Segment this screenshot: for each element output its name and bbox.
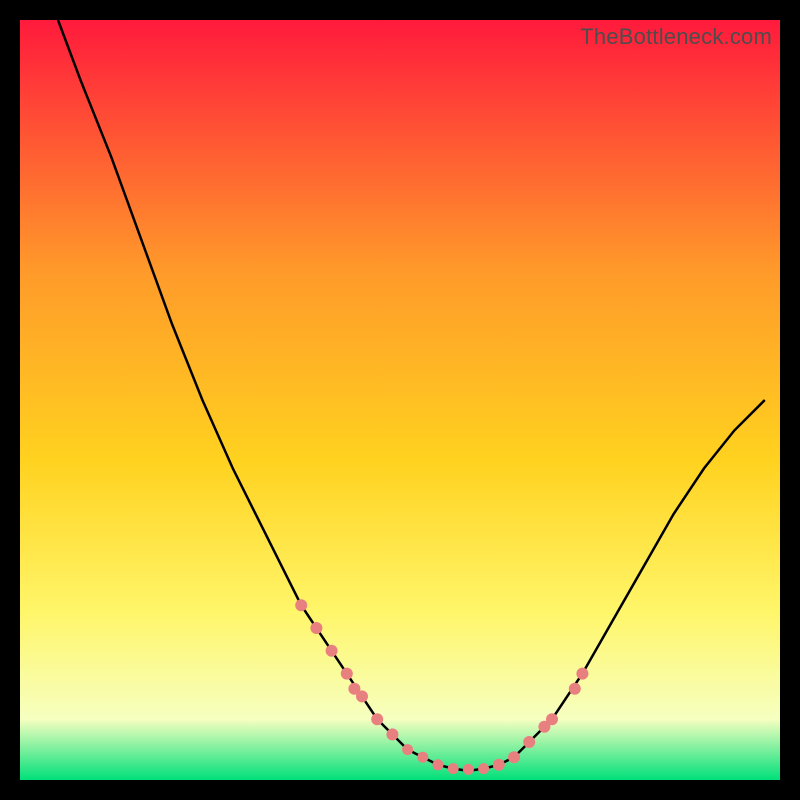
chart-frame: TheBottleneck.com	[20, 20, 780, 780]
data-dot	[493, 759, 505, 771]
data-dot	[478, 763, 489, 774]
data-dot	[310, 622, 322, 634]
data-dot	[356, 690, 368, 702]
data-dot	[448, 763, 459, 774]
data-dot	[523, 736, 535, 748]
data-dot	[386, 728, 398, 740]
data-dot	[433, 759, 444, 770]
watermark-text: TheBottleneck.com	[580, 24, 772, 50]
data-dot	[576, 668, 588, 680]
data-dot	[371, 713, 383, 725]
data-dot	[546, 713, 558, 725]
data-dot	[341, 668, 353, 680]
bottleneck-chart	[20, 20, 780, 780]
data-dot	[569, 683, 581, 695]
gradient-background	[20, 20, 780, 780]
data-dot	[326, 645, 338, 657]
data-dot	[508, 751, 520, 763]
data-dot	[295, 599, 307, 611]
data-dot	[417, 752, 428, 763]
data-dot	[463, 764, 474, 775]
data-dot	[402, 744, 413, 755]
